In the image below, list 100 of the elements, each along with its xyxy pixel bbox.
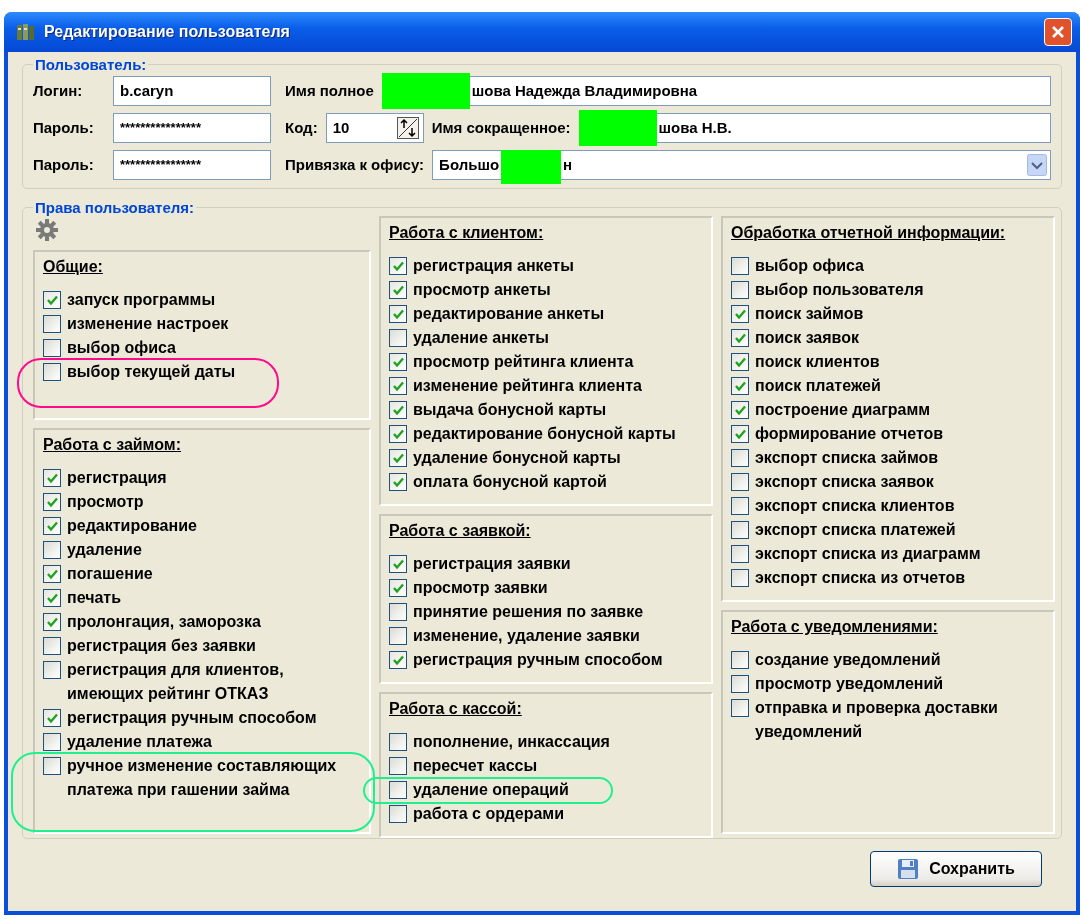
permission-checkbox[interactable]: экспорт списка платежей (731, 518, 1045, 542)
permission-checkbox[interactable]: экспорт списка из отчетов (731, 566, 1045, 590)
permission-checkbox[interactable]: редактирование анкеты (389, 302, 703, 326)
permission-checkbox[interactable]: регистрация ручным способом (43, 706, 361, 730)
panel-title: Работа с кассой: (389, 700, 523, 718)
permission-checkbox[interactable]: создание уведомлений (731, 648, 1045, 672)
checkmark-icon (733, 427, 747, 441)
spin-arrows-icon[interactable] (396, 116, 419, 139)
panel-title: Обработка отчетной информации: (731, 224, 1007, 242)
permission-checkbox[interactable]: поиск заявок (731, 326, 1045, 350)
checkmark-icon (391, 355, 405, 369)
checkmark-icon (45, 471, 59, 485)
window-title: Редактирование пользователя (44, 23, 291, 41)
login-field[interactable]: b.caryn (113, 75, 271, 106)
checkmark-icon (391, 259, 405, 273)
panel-title: Общие: (43, 258, 104, 276)
permission-checkbox[interactable]: просмотр (43, 490, 361, 514)
checkmark-icon (391, 475, 405, 489)
close-button[interactable] (1044, 18, 1072, 46)
panel-title: Работа с клиентом: (389, 224, 545, 242)
save-button[interactable]: Сохранить (870, 851, 1042, 887)
checkmark-icon (733, 355, 747, 369)
permission-checkbox[interactable]: просмотр уведомлений (731, 672, 1045, 696)
field-label: Пароль: (33, 119, 95, 136)
permission-checkbox[interactable]: погашение (43, 562, 361, 586)
checkmark-icon (45, 567, 59, 581)
permission-checkbox[interactable]: регистрация ручным способом (389, 648, 703, 672)
permission-checkbox[interactable]: редактирование (43, 514, 361, 538)
permission-checkbox[interactable]: удаление платежа (43, 730, 361, 754)
permission-checkbox[interactable]: изменение, удаление заявки (389, 624, 703, 648)
field-label: Имя полное (285, 82, 374, 99)
permission-checkbox[interactable]: оплата бонусной картой (389, 470, 703, 494)
permission-checkbox[interactable]: экспорт списка из диаграмм (731, 542, 1045, 566)
checkmark-icon (391, 581, 405, 595)
permission-checkbox[interactable]: просмотр анкеты (389, 278, 703, 302)
permission-checkbox[interactable]: построение диаграмм (731, 398, 1045, 422)
permission-checkbox[interactable]: выбор офиса (731, 254, 1045, 278)
permission-checkbox[interactable]: изменение рейтинга клиента (389, 374, 703, 398)
panel-title: Работа с уведомлениями: (731, 618, 939, 636)
permission-checkbox[interactable]: поиск клиентов (731, 350, 1045, 374)
password-field[interactable]: **************** (113, 149, 271, 180)
permission-checkbox[interactable]: принятие решения по заявке (389, 600, 703, 624)
permission-checkbox[interactable]: ручное изменение составляющих платежа при гашении займа (43, 754, 361, 802)
permission-checkbox[interactable]: регистрация заявки (389, 552, 703, 576)
permission-checkbox[interactable]: отправка и проверка доставки уведомлений (731, 696, 1045, 744)
group-legend: Права пользователя: (33, 199, 196, 216)
books-icon (16, 22, 36, 42)
checkmark-icon (391, 427, 405, 441)
panel-title: Работа с заявкой: (389, 522, 532, 540)
permission-checkbox[interactable]: выбор текущей даты (43, 360, 361, 384)
permission-checkbox[interactable]: пересчет кассы (389, 754, 703, 778)
permission-checkbox[interactable]: выбор офиса (43, 336, 361, 360)
checkmark-icon (733, 379, 747, 393)
checkmark-icon (391, 653, 405, 667)
code-spin-field[interactable]: 10 (325, 112, 424, 143)
permission-checkbox[interactable]: редактирование бонусной карты (389, 422, 703, 446)
field-label: Код: (285, 119, 318, 136)
permission-checkbox[interactable]: пополнение, инкассация (389, 730, 703, 754)
checkmark-icon (45, 711, 59, 725)
permission-checkbox[interactable]: выбор пользователя (731, 278, 1045, 302)
field-label: Имя сокращенное: (431, 119, 571, 136)
permission-checkbox[interactable]: удаление анкеты (389, 326, 703, 350)
full-name-field[interactable]: шова Надежда Владимировна (381, 75, 1051, 106)
permission-checkbox[interactable]: печать (43, 586, 361, 610)
permission-checkbox[interactable]: просмотр заявки (389, 576, 703, 600)
permission-checkbox[interactable]: регистрация (43, 466, 361, 490)
short-name-field[interactable]: шова Н.В. (578, 112, 1051, 143)
permission-checkbox[interactable]: формирование отчетов (731, 422, 1045, 446)
permission-checkbox[interactable]: экспорт списка займов (731, 446, 1045, 470)
permission-checkbox[interactable]: пролонгация, заморозка (43, 610, 361, 634)
checkmark-icon (45, 591, 59, 605)
gear-icon[interactable] (35, 218, 59, 242)
close-icon (1051, 25, 1065, 39)
redaction-block (501, 149, 562, 184)
permission-checkbox[interactable]: поиск займов (731, 302, 1045, 326)
checkmark-icon (391, 557, 405, 571)
panel-title: Работа с займом: (43, 436, 182, 454)
permission-checkbox[interactable]: выдача бонусной карты (389, 398, 703, 422)
permission-checkbox[interactable]: работа с ордерами (389, 802, 703, 826)
group-legend: Пользователь: (33, 56, 149, 73)
permission-checkbox[interactable]: удаление (43, 538, 361, 562)
permission-checkbox[interactable]: запуск программы (43, 288, 361, 312)
password-field[interactable]: **************** (113, 112, 271, 143)
permission-checkbox[interactable]: экспорт списка заявок (731, 470, 1045, 494)
permission-checkbox[interactable]: регистрация без заявки (43, 634, 361, 658)
permission-checkbox[interactable]: просмотр рейтинга клиента (389, 350, 703, 374)
field-label: Привязка к офису: (285, 156, 425, 173)
checkmark-icon (733, 403, 747, 417)
field-label: Пароль: (33, 156, 95, 173)
checkmark-icon (45, 293, 59, 307)
permission-checkbox[interactable]: поиск платежей (731, 374, 1045, 398)
permission-checkbox[interactable]: удаление бонусной карты (389, 446, 703, 470)
permission-checkbox[interactable]: регистрация анкеты (389, 254, 703, 278)
permission-checkbox[interactable]: изменение настроек (43, 312, 361, 336)
checkmark-icon (391, 307, 405, 321)
checkmark-icon (391, 379, 405, 393)
permission-checkbox[interactable]: экспорт списка клиентов (731, 494, 1045, 518)
checkmark-icon (733, 331, 747, 345)
permission-checkbox[interactable]: удаление операций (389, 778, 703, 802)
checkmark-icon (391, 283, 405, 297)
